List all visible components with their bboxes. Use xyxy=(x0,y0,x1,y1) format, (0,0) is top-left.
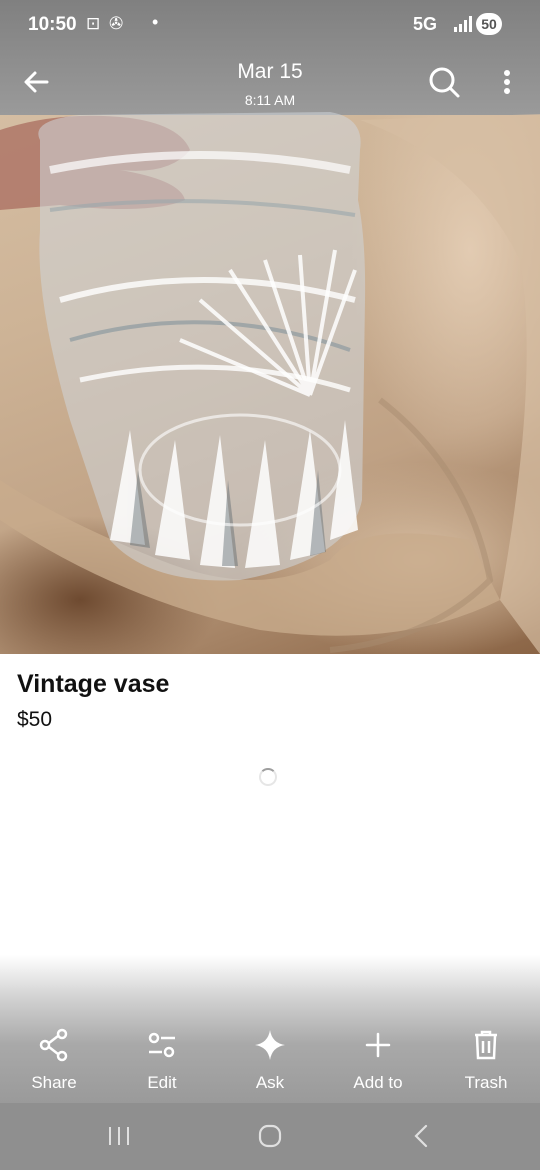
edit-button[interactable]: Edit xyxy=(108,1025,216,1093)
plus-icon xyxy=(324,1025,432,1065)
system-nav-bar xyxy=(0,1103,540,1170)
share-icon xyxy=(0,1025,108,1065)
edit-sliders-icon xyxy=(108,1025,216,1065)
recents-icon[interactable] xyxy=(99,1121,139,1151)
status-time: 10:50 xyxy=(28,14,77,35)
loading-spinner xyxy=(259,768,277,786)
share-label: Share xyxy=(31,1073,77,1092)
more-vert-icon[interactable] xyxy=(485,60,529,104)
trash-button[interactable]: Trash xyxy=(432,1025,540,1093)
home-icon[interactable] xyxy=(250,1121,290,1151)
network-type: 5G xyxy=(413,14,438,34)
notification-icons: ⊡ ✇ xyxy=(86,14,126,33)
status-bar: 10:50 ⊡ ✇ • 5G 50 xyxy=(0,0,540,50)
item-title: Vintage vase xyxy=(17,670,170,698)
notification-dot: • xyxy=(152,12,159,32)
signal-icon xyxy=(454,16,472,32)
item-price: $50 xyxy=(17,708,53,731)
action-bar: Share Edit Ask Add to Trash xyxy=(0,955,540,1103)
trash-label: Trash xyxy=(464,1073,508,1092)
sparkle-icon xyxy=(216,1025,324,1065)
ask-button[interactable]: Ask xyxy=(216,1025,324,1093)
share-button[interactable]: Share xyxy=(0,1025,108,1093)
back-chevron-icon[interactable] xyxy=(401,1121,441,1151)
battery-indicator: 50 xyxy=(476,13,502,35)
ask-label: Ask xyxy=(255,1073,285,1092)
add-to-button[interactable]: Add to xyxy=(324,1025,432,1093)
edit-label: Edit xyxy=(147,1073,177,1092)
lens-search-icon[interactable] xyxy=(422,60,466,104)
photo-header: Mar 15 8:11 AM xyxy=(0,50,540,114)
trash-icon xyxy=(432,1025,540,1065)
add-to-label: Add to xyxy=(353,1073,403,1092)
